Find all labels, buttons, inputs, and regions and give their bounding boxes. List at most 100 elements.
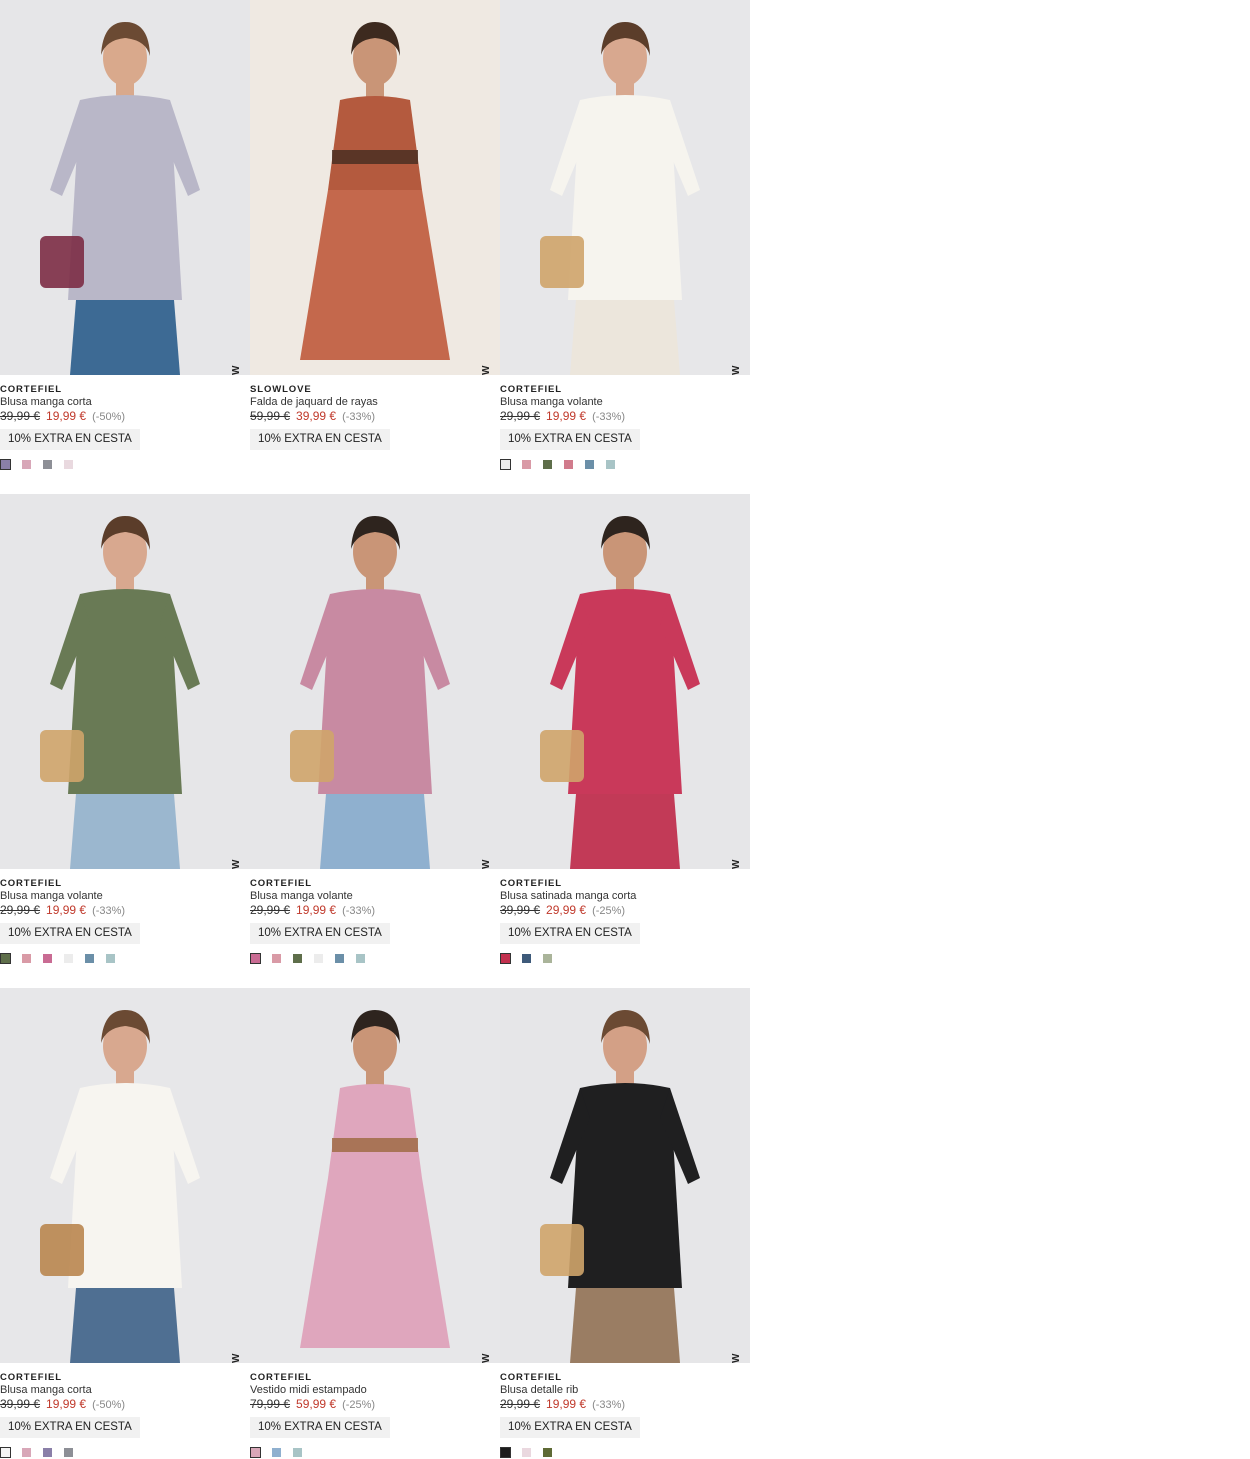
- original-price: 29,99 €: [500, 1397, 541, 1411]
- discount-percent: (-33%): [592, 1399, 626, 1411]
- color-swatch[interactable]: [355, 953, 366, 964]
- color-swatch[interactable]: [250, 953, 261, 964]
- product-image[interactable]: NEW: [500, 494, 750, 869]
- color-swatch[interactable]: [0, 953, 11, 964]
- color-swatch[interactable]: [0, 1447, 11, 1458]
- color-swatch[interactable]: [542, 1447, 553, 1458]
- product-card[interactable]: NEW CORTEFIELBlusa manga corta39,99 € 19,9…: [0, 988, 250, 1459]
- product-image[interactable]: NEW: [500, 0, 750, 375]
- color-swatch[interactable]: [521, 459, 532, 470]
- color-swatch[interactable]: [521, 953, 532, 964]
- color-swatch[interactable]: [250, 1447, 261, 1458]
- product-card[interactable]: NEW CORTEFIELBlusa manga corta39,99 € 19,9…: [0, 0, 250, 494]
- product-name[interactable]: Blusa manga corta: [0, 396, 92, 408]
- product-image[interactable]: NEW: [250, 494, 500, 869]
- product-name[interactable]: Falda de jaquard de rayas: [250, 396, 378, 408]
- price-row: 39,99 € 19,99 € (-50%): [0, 409, 125, 423]
- color-swatch[interactable]: [500, 953, 511, 964]
- sale-price: 59,99 €: [296, 1397, 337, 1411]
- extra-discount-badge: 10% EXTRA EN CESTA: [500, 923, 640, 944]
- product-name[interactable]: Blusa detalle rib: [500, 1384, 578, 1396]
- price-row: 59,99 € 39,99 € (-33%): [250, 409, 375, 423]
- color-swatches: [500, 953, 553, 966]
- color-swatch[interactable]: [500, 459, 511, 470]
- product-image[interactable]: NEW: [0, 0, 250, 375]
- price-row: 39,99 € 19,99 € (-50%): [0, 1397, 125, 1411]
- color-swatch[interactable]: [63, 459, 74, 470]
- product-image[interactable]: NEW: [0, 494, 250, 869]
- product-card[interactable]: NEW CORTEFIELBlusa manga volante29,99 € 19…: [0, 494, 250, 988]
- color-swatch[interactable]: [563, 459, 574, 470]
- color-swatch[interactable]: [542, 459, 553, 470]
- color-swatch[interactable]: [584, 459, 595, 470]
- product-image[interactable]: NEW: [500, 988, 750, 1363]
- color-swatches: [250, 953, 366, 966]
- price-row: 29,99 € 19,99 € (-33%): [500, 409, 625, 423]
- discount-percent: (-25%): [592, 905, 626, 917]
- color-swatch[interactable]: [521, 1447, 532, 1458]
- new-badge: NEW: [231, 859, 242, 869]
- color-swatch[interactable]: [500, 1447, 511, 1458]
- product-card[interactable]: NEW SLOWLOVEFalda de jaquard de rayas59,9…: [250, 0, 500, 494]
- color-swatch[interactable]: [0, 459, 11, 470]
- color-swatch[interactable]: [21, 953, 32, 964]
- color-swatches: [500, 1447, 553, 1459]
- price-row: 29,99 € 19,99 € (-33%): [0, 903, 125, 917]
- sale-price: 19,99 €: [296, 903, 337, 917]
- original-price: 29,99 €: [0, 903, 41, 917]
- extra-discount-badge: 10% EXTRA EN CESTA: [0, 429, 140, 450]
- sale-price: 39,99 €: [296, 409, 337, 423]
- discount-percent: (-25%): [342, 1399, 376, 1411]
- color-swatches: [500, 459, 616, 472]
- color-swatches: [0, 1447, 74, 1459]
- extra-discount-badge: 10% EXTRA EN CESTA: [500, 429, 640, 450]
- product-image[interactable]: NEW: [250, 988, 500, 1363]
- original-price: 39,99 €: [0, 409, 41, 423]
- color-swatch[interactable]: [63, 953, 74, 964]
- color-swatch[interactable]: [271, 1447, 282, 1458]
- color-swatch[interactable]: [542, 953, 553, 964]
- product-card[interactable]: NEW CORTEFIELVestido midi estampado79,99 …: [250, 988, 500, 1459]
- color-swatches: [250, 1447, 303, 1459]
- product-name[interactable]: Blusa manga volante: [500, 396, 603, 408]
- color-swatch[interactable]: [271, 953, 282, 964]
- product-name[interactable]: Vestido midi estampado: [250, 1384, 367, 1396]
- product-brand: CORTEFIEL: [500, 878, 562, 889]
- extra-discount-badge: 10% EXTRA EN CESTA: [500, 1417, 640, 1438]
- new-badge: NEW: [231, 365, 242, 375]
- product-name[interactable]: Blusa manga volante: [250, 890, 353, 902]
- original-price: 29,99 €: [250, 903, 291, 917]
- product-card[interactable]: NEW CORTEFIELBlusa manga volante29,99 € 19…: [500, 0, 750, 494]
- color-swatch[interactable]: [84, 953, 95, 964]
- color-swatches: [0, 953, 116, 966]
- color-swatch[interactable]: [42, 953, 53, 964]
- color-swatch[interactable]: [292, 1447, 303, 1458]
- color-swatch[interactable]: [42, 459, 53, 470]
- new-badge: NEW: [481, 365, 492, 375]
- color-swatch[interactable]: [334, 953, 345, 964]
- discount-percent: (-33%): [592, 411, 626, 423]
- product-card[interactable]: NEW CORTEFIELBlusa detalle rib29,99 € 19,9…: [500, 988, 750, 1459]
- color-swatch[interactable]: [42, 1447, 53, 1458]
- product-name[interactable]: Blusa manga volante: [0, 890, 103, 902]
- product-card[interactable]: NEW CORTEFIELBlusa manga volante29,99 € 19…: [250, 494, 500, 988]
- color-swatch[interactable]: [21, 1447, 32, 1458]
- product-brand: CORTEFIEL: [250, 878, 312, 889]
- product-brand: CORTEFIEL: [500, 1372, 562, 1383]
- product-name[interactable]: Blusa satinada manga corta: [500, 890, 636, 902]
- product-card[interactable]: NEW CORTEFIELBlusa satinada manga corta39…: [500, 494, 750, 988]
- sale-price: 19,99 €: [546, 409, 587, 423]
- product-brand: CORTEFIEL: [0, 384, 62, 395]
- product-image[interactable]: NEW: [0, 988, 250, 1363]
- color-swatch[interactable]: [605, 459, 616, 470]
- color-swatch[interactable]: [21, 459, 32, 470]
- color-swatch[interactable]: [105, 953, 116, 964]
- price-row: 29,99 € 19,99 € (-33%): [250, 903, 375, 917]
- product-image[interactable]: NEW: [250, 0, 500, 375]
- product-name[interactable]: Blusa manga corta: [0, 1384, 92, 1396]
- color-swatch[interactable]: [313, 953, 324, 964]
- extra-discount-badge: 10% EXTRA EN CESTA: [0, 923, 140, 944]
- color-swatch[interactable]: [292, 953, 303, 964]
- sale-price: 19,99 €: [46, 409, 87, 423]
- color-swatch[interactable]: [63, 1447, 74, 1458]
